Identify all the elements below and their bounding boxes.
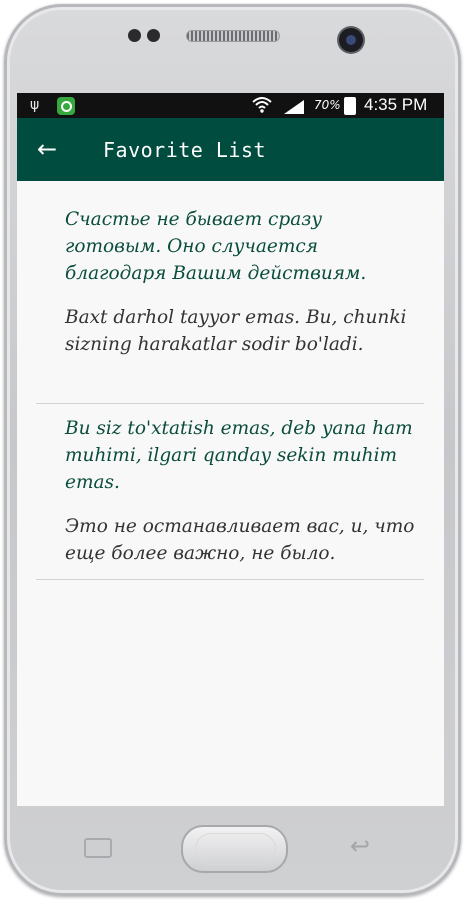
toolbar-title: Favorite List (103, 138, 267, 162)
source-text: Счастье не бывает сразу готовым. Оно слу… (65, 209, 367, 284)
list-item[interactable]: Bu siz to'xtatish emas, deb yana ham muh… (36, 403, 424, 580)
sensor-dot (147, 29, 160, 42)
translation-text: Baxt darhol tayyor emas. Bu, chunki sizn… (65, 307, 407, 355)
app-notification-icon (57, 97, 75, 115)
usb-icon: ψ (30, 97, 40, 113)
list-item[interactable]: Счастье не бывает сразу готовым. Оно слу… (36, 181, 424, 404)
sensor-dot (128, 29, 141, 42)
arrow-left-icon[interactable]: ← (37, 137, 57, 161)
back-key-icon[interactable]: ↩ (350, 832, 370, 860)
screen: ψ 70% 4:35 PM ← Favorite List Счастье не… (17, 93, 444, 806)
home-button[interactable] (181, 825, 288, 873)
phone-frame: ψ 70% 4:35 PM ← Favorite List Счастье не… (0, 0, 465, 900)
battery-charging-icon (344, 97, 356, 115)
earpiece-speaker (186, 30, 280, 42)
battery-percent: 70% (314, 98, 341, 112)
wifi-icon (251, 95, 273, 117)
source-text: Bu siz to'xtatish emas, deb yana ham muh… (65, 418, 413, 493)
toolbar: ← Favorite List (17, 118, 444, 181)
status-bar: ψ 70% 4:35 PM (17, 93, 444, 118)
status-time: 4:35 PM (364, 95, 428, 114)
recents-icon[interactable] (84, 838, 112, 858)
translation-text: Это не останавливает вас, и, что еще бол… (65, 516, 415, 564)
front-camera (339, 28, 363, 52)
signal-icon (284, 99, 304, 114)
favorites-list: Счастье не бывает сразу готовым. Оно слу… (17, 181, 444, 806)
